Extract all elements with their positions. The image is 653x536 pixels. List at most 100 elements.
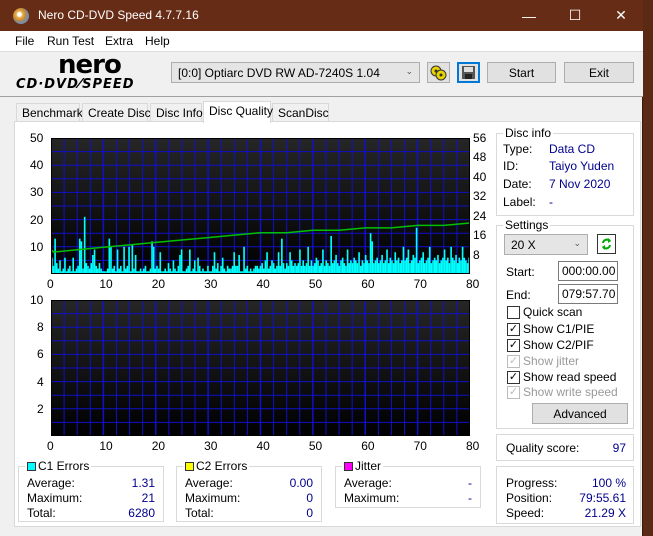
c1-bar xyxy=(243,246,245,274)
jitter-average-label: Average: xyxy=(344,476,392,490)
chevron-down-icon: ⌄ xyxy=(573,238,581,248)
disc-date-label: Date: xyxy=(503,177,532,191)
c1-bar xyxy=(302,260,305,274)
drive-select-value: [0:0] Optiarc DVD RW AD-7240S 1.04 xyxy=(178,66,380,80)
disc-info-title: Disc info xyxy=(505,126,552,140)
c1-bar xyxy=(318,265,321,274)
menu-extra[interactable]: Extra xyxy=(105,34,133,48)
c1-bar xyxy=(220,265,222,274)
y-tick-label: 8 xyxy=(37,320,44,335)
c1-bar xyxy=(356,263,359,274)
speed-select-value: 20 X xyxy=(511,238,536,252)
c1-bar xyxy=(131,244,134,274)
advanced-button[interactable]: Advanced xyxy=(532,403,628,424)
c1-bar xyxy=(236,265,239,274)
c1-bar xyxy=(461,246,464,274)
c1-bar xyxy=(221,257,224,274)
c1-bar xyxy=(282,263,285,274)
c1-bar xyxy=(216,263,219,274)
c1-bar xyxy=(428,246,431,274)
start-field[interactable]: 000:00.00 xyxy=(558,261,618,281)
c1-bar xyxy=(289,252,291,274)
show-read-speed-checkbox[interactable]: ✓ Show read speed xyxy=(507,370,616,384)
c1-bar xyxy=(410,260,413,274)
c1-bar xyxy=(333,260,336,274)
c1-bar xyxy=(95,265,98,274)
c1-bar xyxy=(315,257,318,274)
c1-bar xyxy=(287,265,290,274)
cd-dvd-speed-logo: CD·DVD⁄SPEED xyxy=(16,77,135,92)
c1-bar xyxy=(172,260,175,274)
c1-bar xyxy=(292,265,295,274)
y2-tick-label: 16 xyxy=(473,228,487,243)
c1-bar xyxy=(294,263,296,274)
y2-tick-label: 24 xyxy=(473,208,487,223)
x-tick-label: 70 xyxy=(413,277,427,291)
y2-tick-label: 32 xyxy=(473,189,487,204)
c1-bar xyxy=(54,238,56,274)
c1-bar xyxy=(423,263,426,274)
speed-select[interactable]: 20 X ⌄ xyxy=(504,234,588,255)
c1-bar xyxy=(159,252,162,274)
disc-type-value: Data CD xyxy=(549,142,596,156)
tab-benchmark[interactable]: Benchmark xyxy=(16,103,83,122)
c1-bar xyxy=(364,254,367,274)
refresh-speed-button[interactable] xyxy=(597,234,616,254)
close-button[interactable]: ✕ xyxy=(598,0,644,31)
c1-bar xyxy=(177,265,180,274)
start-button[interactable]: Start xyxy=(487,62,556,83)
c1-bar xyxy=(361,260,364,274)
c1-bar xyxy=(387,263,390,274)
eject-drive-button[interactable] xyxy=(427,62,450,83)
c1-bar xyxy=(313,263,316,274)
show-c1-label: Show C1/PIE xyxy=(523,322,595,336)
y2-tick-label: 56 xyxy=(473,131,487,145)
c1-bar xyxy=(126,265,129,274)
tab-disc-quality[interactable]: Disc Quality xyxy=(203,101,273,123)
exit-button[interactable]: Exit xyxy=(564,62,634,83)
c1-speed-chart xyxy=(50,137,471,275)
c1-bar xyxy=(417,263,420,274)
c1-bar xyxy=(456,263,459,274)
check-icon: ✓ xyxy=(507,354,520,368)
end-field[interactable]: 079:57.70 xyxy=(558,284,618,304)
quick-scan-checkbox[interactable]: Quick scan xyxy=(507,305,582,319)
c1-bar xyxy=(305,263,308,274)
menu-file[interactable]: File xyxy=(15,34,34,48)
show-c1-checkbox[interactable]: ✓ Show C1/PIE xyxy=(507,322,594,336)
c1-bar xyxy=(317,260,319,274)
maximize-button[interactable]: ☐ xyxy=(552,0,598,31)
menu-run-test[interactable]: Run Test xyxy=(47,34,94,48)
c1-bar xyxy=(235,265,237,274)
show-c2-checkbox[interactable]: ✓ Show C2/PIF xyxy=(507,338,594,352)
c1-bar xyxy=(432,260,434,274)
c1-bar xyxy=(93,249,96,274)
check-icon: ✓ xyxy=(507,385,520,399)
tab-disc-info[interactable]: Disc Info xyxy=(150,103,203,122)
end-label: End: xyxy=(506,288,531,302)
c1-bar xyxy=(465,260,467,274)
c1-bar xyxy=(285,263,288,274)
c1-bar xyxy=(322,249,324,274)
c1-bar xyxy=(345,265,347,274)
tab-create-disc[interactable]: Create Disc xyxy=(82,103,151,122)
c1-bar xyxy=(463,257,466,274)
jitter-maximum-label: Maximum: xyxy=(344,491,400,505)
save-button[interactable] xyxy=(457,62,480,83)
drive-select[interactable]: [0:0] Optiarc DVD RW AD-7240S 1.04 ⌄ xyxy=(171,62,420,83)
menu-help[interactable]: Help xyxy=(145,34,170,48)
c1-bar xyxy=(290,260,293,274)
y2-tick-label: 48 xyxy=(473,150,487,165)
c1-bar xyxy=(427,257,429,274)
app-window: Nero CD-DVD Speed 4.7.7.16 — ☐ ✕ File Ru… xyxy=(0,0,643,536)
y-tick-label: 10 xyxy=(30,239,44,254)
tab-scandisc[interactable]: ScanDisc xyxy=(272,103,329,122)
c2-maximum-value: 0 xyxy=(306,491,313,505)
c1-bar xyxy=(156,265,158,274)
c1-bar xyxy=(179,254,181,274)
c1-maximum-value: 21 xyxy=(141,491,155,505)
position-label: Position: xyxy=(506,491,553,505)
c1-bar xyxy=(78,238,81,274)
c1-bar xyxy=(445,260,447,274)
minimize-button[interactable]: — xyxy=(506,0,552,31)
